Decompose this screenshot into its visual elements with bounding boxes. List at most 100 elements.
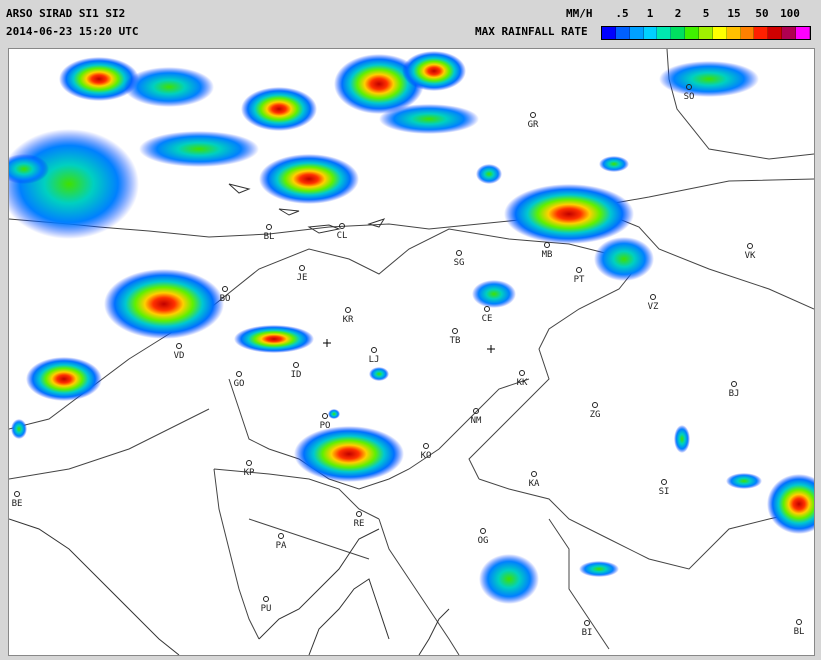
city-label: KO: [421, 451, 432, 461]
borders: [9, 49, 814, 655]
city-dot: [14, 491, 20, 497]
city-dot: [650, 294, 656, 300]
radar-map-svg: GR SO BL CL MB SG JE PT VK BO KR CE VZ TB VD LJ ID GO KK BJ…: [9, 49, 814, 655]
city-marker: KR: [343, 307, 354, 325]
city-dot: [299, 265, 305, 271]
city-label: BI: [582, 628, 593, 638]
legend-tick: 50: [755, 7, 769, 20]
city-label: ID: [291, 370, 302, 380]
city-label: CL: [337, 231, 348, 241]
city-label: LJ: [369, 355, 380, 365]
city-marker: BI: [582, 620, 593, 638]
legend-swatch: [754, 27, 769, 39]
legend-tick: 100: [780, 7, 800, 20]
city-dot: [371, 347, 377, 353]
city-marker: BJ: [729, 381, 739, 399]
city-label: PT: [574, 275, 585, 285]
city-marker: KP: [244, 460, 255, 478]
city-label: SI: [659, 487, 670, 497]
city-label: VK: [745, 251, 756, 261]
city-label: KA: [529, 479, 540, 489]
city-marker: SI: [659, 479, 670, 497]
city-dot: [473, 408, 479, 414]
city-dot: [576, 267, 582, 273]
legend-swatch: [602, 27, 616, 39]
city-marker: CE: [482, 306, 492, 324]
city-dot: [423, 443, 429, 449]
city-marker: BL: [264, 224, 275, 242]
legend-swatch: [629, 27, 644, 39]
timestamp: 2014-06-23 15:20 UTC: [6, 25, 139, 38]
city-dot: [176, 343, 182, 349]
city-label: OG: [478, 536, 489, 546]
city-label: KK: [517, 378, 528, 388]
city-dot: [592, 402, 598, 408]
city-marker: OG: [478, 528, 489, 546]
legend-tick: 5: [702, 7, 710, 20]
legend-swatch: [685, 27, 700, 39]
city-label: MB: [542, 250, 553, 260]
city-dot: [246, 460, 252, 466]
city-label: NM: [471, 416, 482, 426]
city-dot: [530, 112, 536, 118]
city-marker: VK: [745, 243, 756, 261]
city-dot: [452, 328, 458, 334]
legend-swatch: [726, 27, 741, 39]
city-marker: PU: [261, 596, 272, 614]
city-label: PA: [276, 541, 287, 551]
legend-swatch: [796, 27, 810, 39]
city-dot: [456, 250, 462, 256]
city-label: BE: [12, 499, 23, 509]
city-marker: SG: [454, 250, 464, 268]
city-marker: PA: [276, 533, 287, 551]
city-dot: [661, 479, 667, 485]
radar-map[interactable]: GR SO BL CL MB SG JE PT VK BO KR CE VZ TB VD LJ ID GO KK BJ…: [8, 48, 815, 656]
city-dot: [584, 620, 590, 626]
legend-tick: 2: [674, 7, 682, 20]
city-marker: LJ: [369, 347, 380, 365]
coastline: [9, 518, 450, 655]
city-label: GR: [528, 120, 539, 130]
city-marker: ZG: [590, 402, 601, 420]
city-marker: JE: [297, 265, 307, 283]
legend-swatch: [768, 27, 783, 39]
color-scale-bar: [601, 26, 811, 40]
city-label: BL: [264, 232, 275, 242]
legend-swatch: [671, 27, 686, 39]
radar-sites: [323, 339, 495, 353]
city-marker: MB: [542, 242, 553, 260]
city-marker: VD: [174, 343, 184, 361]
city-label: PO: [320, 421, 331, 431]
city-marker: KA: [529, 471, 540, 489]
city-marker: KK: [517, 370, 528, 388]
city-marker: BL: [794, 619, 805, 637]
legend-tick: 1: [646, 7, 654, 20]
city-label: KP: [244, 468, 255, 478]
city-label: PU: [261, 604, 272, 614]
legend-swatch: [740, 27, 755, 39]
city-label: VZ: [648, 302, 659, 312]
city-label: RE: [354, 519, 365, 529]
city-dot: [519, 370, 525, 376]
city-dot: [278, 533, 284, 539]
city-dot: [293, 362, 299, 368]
city-marker: GR: [528, 112, 539, 130]
city-marker: ID: [291, 362, 302, 380]
legend-swatch: [657, 27, 672, 39]
city-dot: [356, 511, 362, 517]
legend-tick: .5: [615, 7, 629, 20]
city-dot: [322, 413, 328, 419]
city-dot: [345, 307, 351, 313]
city-label: BL: [794, 627, 805, 637]
city-label: SO: [684, 92, 695, 102]
city-label: ZG: [590, 410, 601, 420]
city-dot: [222, 286, 228, 292]
city-label: TB: [450, 336, 461, 346]
legend-swatch: [615, 27, 630, 39]
city-dot: [747, 243, 753, 249]
city-marker: RE: [354, 511, 365, 529]
city-marker: KO: [421, 443, 432, 461]
city-marker: VZ: [648, 294, 659, 312]
city-dot: [731, 381, 737, 387]
legend-title: MAX RAINFALL RATE: [475, 25, 588, 38]
